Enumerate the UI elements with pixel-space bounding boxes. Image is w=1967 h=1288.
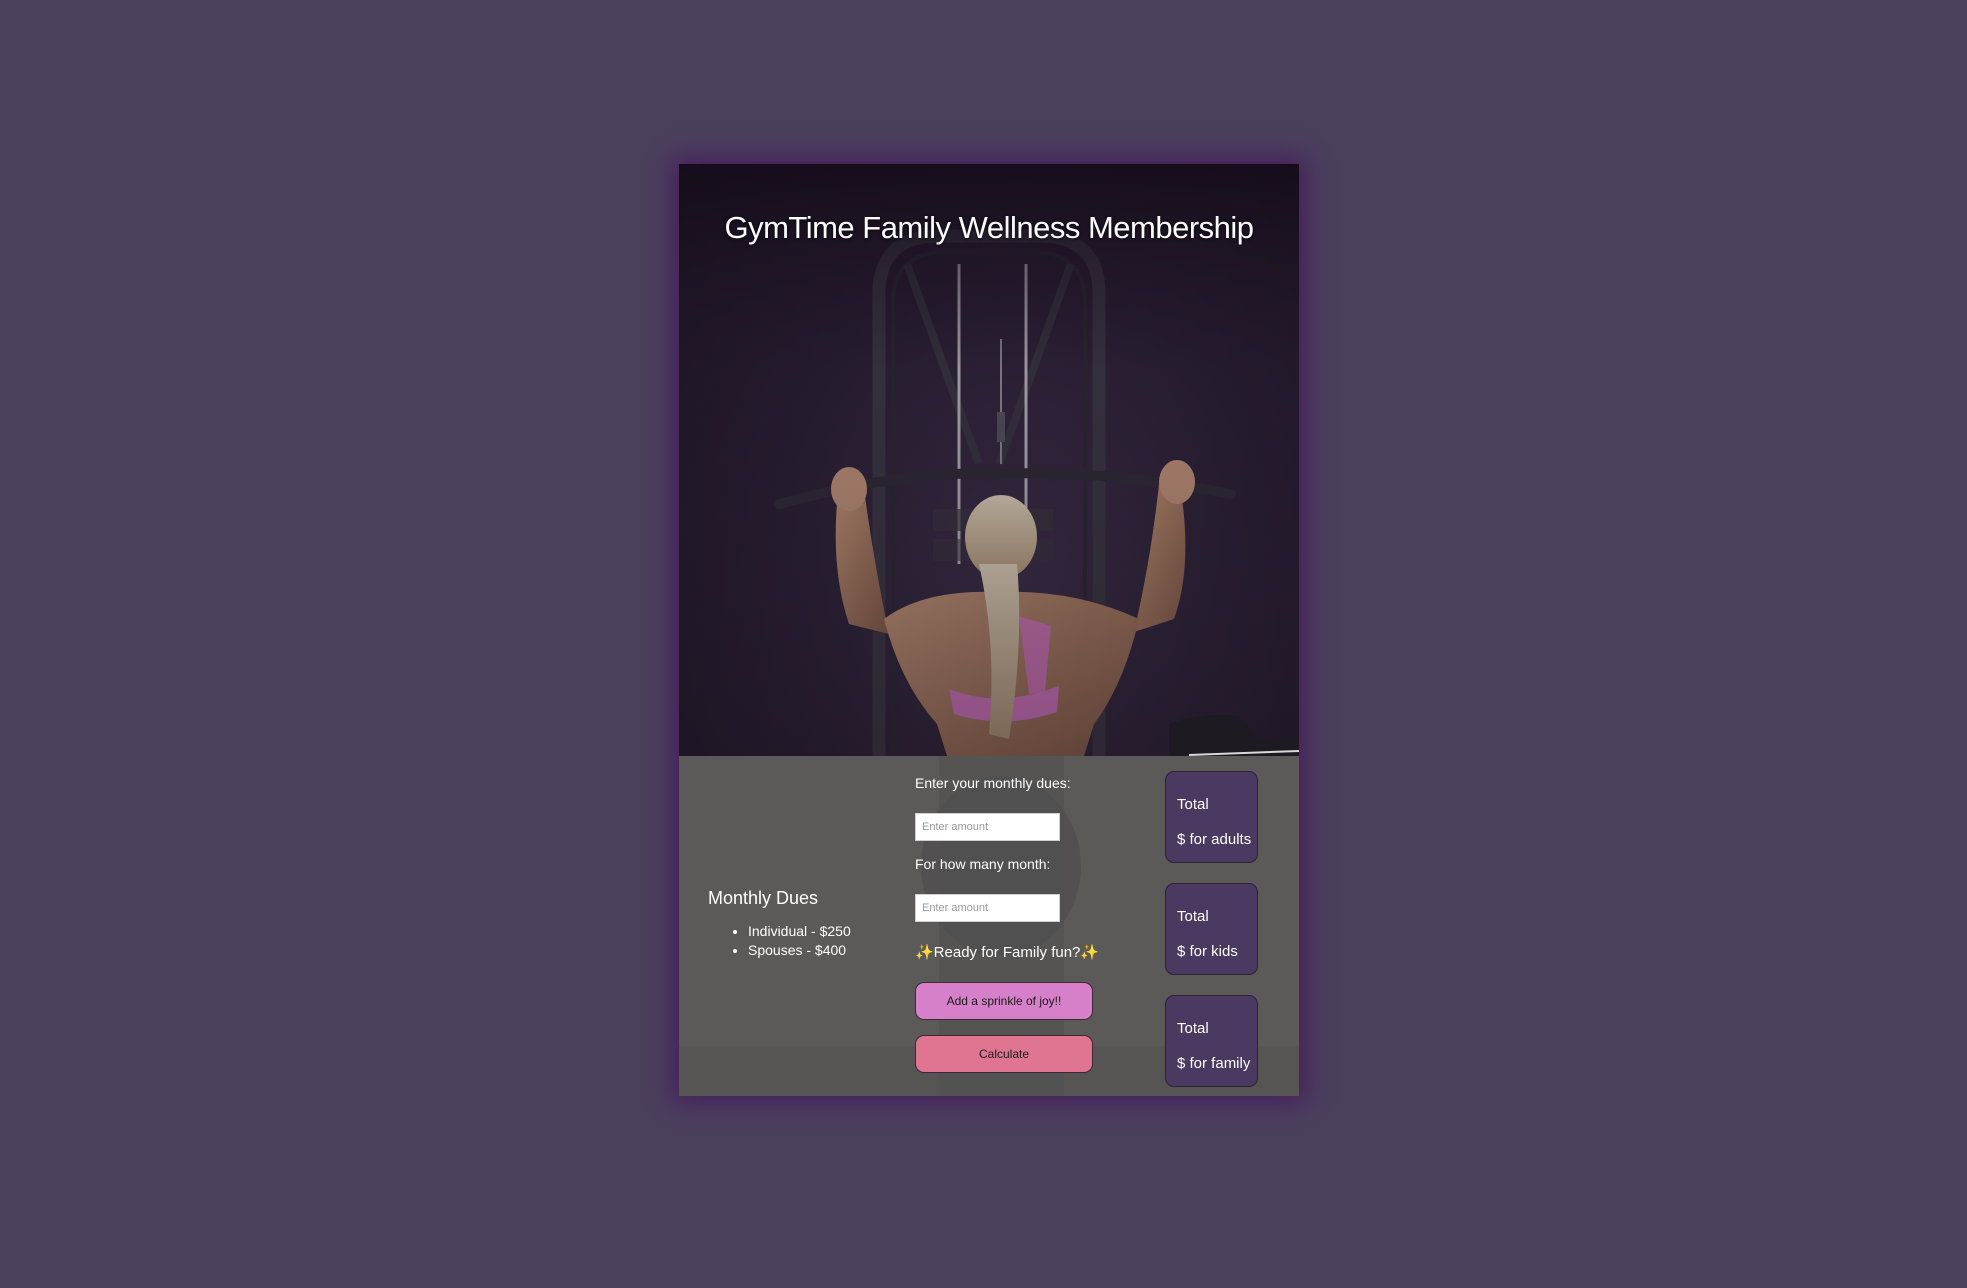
months-input[interactable]: [915, 894, 1060, 922]
monthly-dues-input[interactable]: [915, 813, 1060, 841]
dues-item-spouses: Spouses - $400: [748, 941, 851, 960]
total-adults-box: Total $ for adults: [1165, 771, 1258, 863]
hero-image: GymTime Family Wellness Membership: [679, 164, 1299, 756]
calculator-panel: Monthly Dues Individual - $250 Spouses -…: [679, 756, 1299, 1096]
dues-item-individual: Individual - $250: [748, 922, 851, 941]
total-family-box: Total $ for family: [1165, 995, 1258, 1087]
total-family-value: $ for family: [1177, 1055, 1251, 1072]
calculate-button[interactable]: Calculate: [915, 1035, 1093, 1073]
monthly-dues-heading: Monthly Dues: [708, 888, 819, 908]
total-adults-label: Total: [1177, 796, 1209, 813]
months-label: For how many month:: [915, 856, 1051, 872]
add-joy-button[interactable]: Add a sprinkle of joy!!: [915, 982, 1093, 1020]
page-title: GymTime Family Wellness Membership: [724, 210, 1254, 245]
gym-photo-illustration: [679, 164, 1299, 756]
monthly-dues-list: Individual - $250 Spouses - $400: [708, 922, 851, 960]
family-fun-text: ✨Ready for Family fun?✨: [915, 944, 1100, 961]
total-kids-value: $ for kids: [1177, 943, 1238, 960]
monthly-dues-label: Enter your monthly dues:: [915, 775, 1071, 791]
total-kids-label: Total: [1177, 908, 1209, 925]
membership-card: GymTime Family Wellness Membership Month…: [679, 164, 1299, 1096]
total-family-label: Total: [1177, 1020, 1209, 1037]
total-kids-box: Total $ for kids: [1165, 883, 1258, 975]
total-adults-value: $ for adults: [1177, 831, 1252, 848]
